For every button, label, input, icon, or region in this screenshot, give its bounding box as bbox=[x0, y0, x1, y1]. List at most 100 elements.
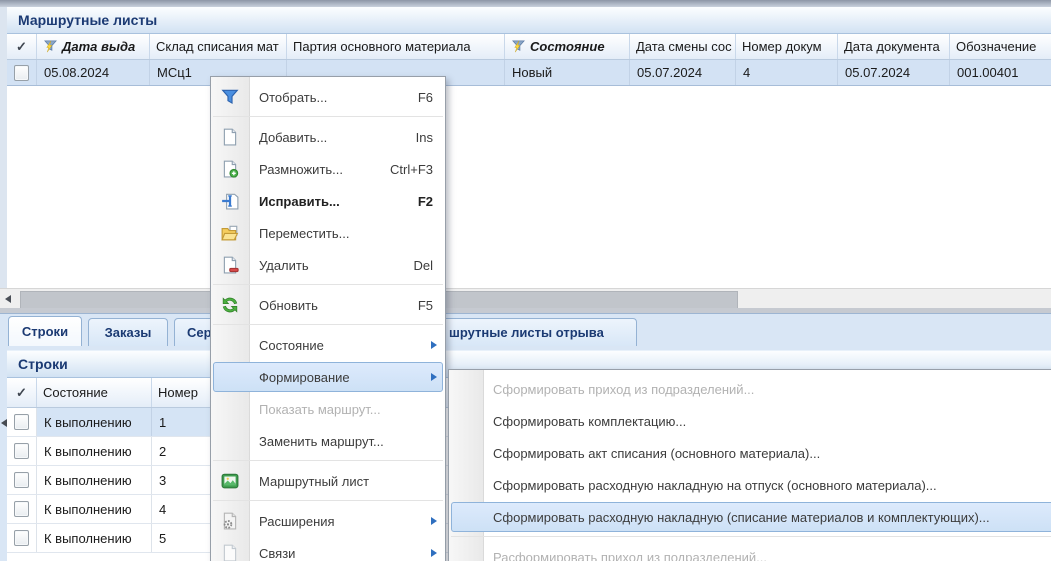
cell-state: К выполнению bbox=[37, 466, 152, 494]
delete-document-icon bbox=[221, 256, 239, 274]
tab-label: Сер bbox=[187, 325, 212, 340]
row-check-cell[interactable] bbox=[7, 437, 37, 465]
column-label: Обозначение bbox=[956, 39, 1036, 54]
menu-item-duplicate[interactable]: Размножить...Ctrl+F3 bbox=[211, 153, 445, 185]
column-label: Партия основного материала bbox=[293, 39, 471, 54]
column-header-designation[interactable]: Обозначение bbox=[950, 34, 1051, 59]
route-sheet-report-icon bbox=[221, 472, 239, 490]
menu-separator bbox=[211, 497, 445, 505]
submenu-item-form-writeoff-invoice[interactable]: Сформировать расходную накладную (списан… bbox=[449, 501, 1051, 533]
menu-item-extensions[interactable]: Расширения bbox=[211, 505, 445, 537]
column-label: Номер bbox=[158, 385, 198, 400]
menu-item-move[interactable]: Переместить... bbox=[211, 217, 445, 249]
cell-state: К выполнению bbox=[37, 408, 152, 436]
edit-document-icon bbox=[221, 192, 239, 210]
check-all-icon: ✓ bbox=[16, 385, 27, 401]
menu-item-refresh[interactable]: ОбновитьF5 bbox=[211, 289, 445, 321]
menu-item-filter[interactable]: Отобрать...F6 bbox=[211, 81, 445, 113]
column-label: Склад списания мат bbox=[156, 39, 279, 54]
row-checkbox[interactable] bbox=[14, 414, 29, 430]
column-header-check[interactable]: ✓ bbox=[7, 34, 37, 59]
submenu-arrow-icon bbox=[431, 341, 437, 349]
row-check-cell[interactable] bbox=[7, 495, 37, 523]
tab-zakazy[interactable]: Заказы bbox=[88, 318, 168, 346]
menu-item-add[interactable]: Добавить...Ins bbox=[211, 121, 445, 153]
column-header-material-batch[interactable]: Партия основного материала bbox=[287, 34, 505, 59]
cell-state: Новый bbox=[505, 60, 630, 85]
menu-separator bbox=[211, 321, 445, 329]
submenu-item-form-writeoff-act[interactable]: Сформировать акт списания (основного мат… bbox=[449, 437, 1051, 469]
menu-item-edit[interactable]: Исправить...F2 bbox=[211, 185, 445, 217]
submenu-arrow-icon bbox=[431, 549, 437, 557]
column-label: Состояние bbox=[43, 385, 108, 400]
menu-item-show-route[interactable]: Показать маршрут... bbox=[211, 393, 445, 425]
column-label: Дата смены сос bbox=[636, 39, 732, 54]
context-menu: Отобрать...F6 Добавить...Ins Размножить.… bbox=[210, 76, 446, 561]
menu-item-state[interactable]: Состояние bbox=[211, 329, 445, 361]
row-checkbox[interactable] bbox=[14, 530, 29, 546]
cell-doc-number: 4 bbox=[736, 60, 838, 85]
top-grid-header: ✓ Дата выда Склад списания мат Партия ос… bbox=[7, 34, 1051, 60]
row-checkbox[interactable] bbox=[14, 443, 29, 459]
column-header-state[interactable]: Состояние bbox=[37, 378, 152, 407]
row-check-cell[interactable] bbox=[7, 524, 37, 552]
cell-state: К выполнению bbox=[37, 524, 152, 552]
column-header-state-change-date[interactable]: Дата смены сос bbox=[630, 34, 736, 59]
row-check-cell[interactable] bbox=[7, 408, 37, 436]
filter-icon bbox=[221, 88, 239, 106]
links-document-icon bbox=[221, 544, 239, 561]
row-check-cell[interactable] bbox=[7, 466, 37, 494]
menu-item-route-sheet[interactable]: Маршрутный лист bbox=[211, 465, 445, 497]
check-all-icon: ✓ bbox=[16, 39, 27, 55]
tab-label: Строки bbox=[22, 324, 68, 339]
move-folder-icon bbox=[221, 224, 239, 242]
menu-separator bbox=[211, 281, 445, 289]
menu-item-replace-route[interactable]: Заменить маршрут... bbox=[211, 425, 445, 457]
submenu-arrow-icon bbox=[431, 373, 437, 381]
submenu-item-form-kitting[interactable]: Сформировать комплектацию... bbox=[449, 405, 1051, 437]
column-header-check[interactable]: ✓ bbox=[7, 378, 37, 407]
menu-separator bbox=[449, 533, 1051, 541]
column-label: Дата документа bbox=[844, 39, 940, 54]
top-panel-title: Маршрутные листы bbox=[7, 7, 1051, 34]
horizontal-scrollbar[interactable] bbox=[0, 288, 1051, 308]
new-document-icon bbox=[221, 128, 239, 146]
column-header-warehouse[interactable]: Склад списания мат bbox=[150, 34, 287, 59]
cell-doc-date: 05.07.2024 bbox=[838, 60, 950, 85]
cell-state: К выполнению bbox=[37, 495, 152, 523]
column-header-doc-date[interactable]: Дата документа bbox=[838, 34, 950, 59]
column-header-doc-number[interactable]: Номер докум bbox=[736, 34, 838, 59]
column-header-issue-date[interactable]: Дата выда bbox=[37, 34, 150, 59]
tab-stroki[interactable]: Строки bbox=[8, 316, 82, 346]
refresh-icon bbox=[221, 296, 239, 314]
submenu-item-form-receipt-from-departments[interactable]: Сформировать приход из подразделений... bbox=[449, 373, 1051, 405]
submenu-item-form-issue-invoice[interactable]: Сформировать расходную накладную на отпу… bbox=[449, 469, 1051, 501]
section-title: Строки bbox=[18, 356, 68, 372]
row-checkbox[interactable] bbox=[14, 501, 29, 517]
column-label: Состояние bbox=[530, 39, 605, 54]
submenu-item-unform-receipt-from-departments[interactable]: Расформировать приход из подразделений..… bbox=[449, 541, 1051, 561]
cell-state: К выполнению bbox=[37, 437, 152, 465]
scroll-left-arrow-icon[interactable] bbox=[5, 295, 11, 303]
app-window: Маршрутные листы ✓ Дата выда Склад списа… bbox=[0, 0, 1051, 561]
menu-item-formation[interactable]: Формирование bbox=[211, 361, 445, 393]
submenu-arrow-icon bbox=[431, 517, 437, 525]
filter-lightning-icon bbox=[511, 39, 526, 54]
tab-route-sheets-tear[interactable]: шрутные листы отрыва bbox=[437, 318, 637, 346]
cell-designation: 001.00401 bbox=[950, 60, 1051, 85]
menu-separator bbox=[211, 457, 445, 465]
row-checkbox[interactable] bbox=[14, 472, 29, 488]
duplicate-document-icon bbox=[221, 160, 239, 178]
menu-item-links[interactable]: Связи bbox=[211, 537, 445, 561]
column-label: Дата выда bbox=[62, 39, 135, 54]
column-header-state[interactable]: Состояние bbox=[505, 34, 630, 59]
extensions-gear-icon bbox=[221, 512, 239, 530]
menu-separator bbox=[211, 113, 445, 121]
menu-item-delete[interactable]: УдалитьDel bbox=[211, 249, 445, 281]
column-label: Номер докум bbox=[742, 39, 822, 54]
table-row[interactable]: 05.08.2024 МСц1 Новый 05.07.2024 4 05.07… bbox=[7, 60, 1051, 86]
window-top-edge bbox=[0, 0, 1051, 7]
row-checkbox[interactable] bbox=[14, 65, 29, 81]
formation-submenu: Сформировать приход из подразделений... … bbox=[448, 369, 1051, 561]
row-check-cell[interactable] bbox=[7, 60, 37, 85]
